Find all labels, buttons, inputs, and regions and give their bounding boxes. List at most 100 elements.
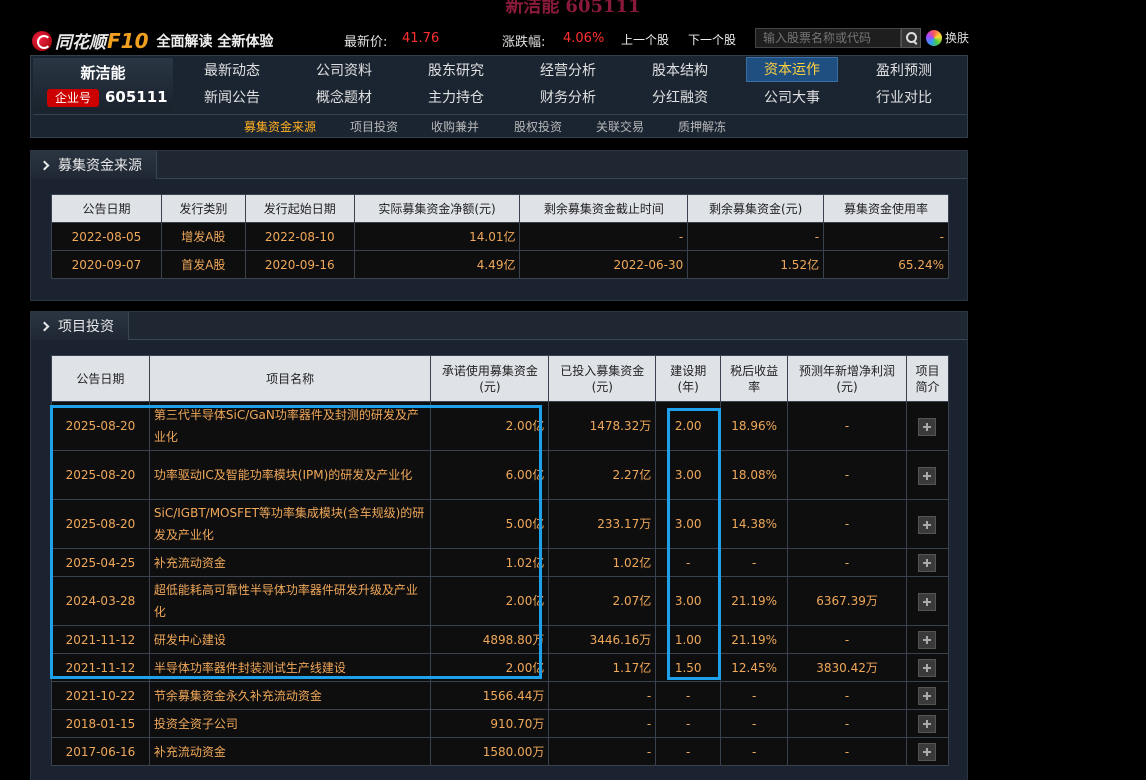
cell: 1566.44万 <box>430 681 550 710</box>
table-row: 2021-10-22 节余募集资金永久补充流动资金 1566.44万 - - - - <box>51 681 950 710</box>
nav-item-latest[interactable]: 最新动态 <box>186 59 278 84</box>
cell: 2.00亿 <box>430 653 550 682</box>
subnav-pledge[interactable]: 质押解冻 <box>678 118 726 135</box>
cell: - <box>655 709 722 738</box>
cell <box>905 709 950 738</box>
palette-icon <box>926 29 942 46</box>
expand-plus-icon[interactable] <box>918 630 937 649</box>
nav-item-events[interactable]: 公司大事 <box>746 86 838 111</box>
subnav-related-trans[interactable]: 关联交易 <box>596 118 644 135</box>
col-header: 已投入募集资金(元) <box>548 355 657 402</box>
nav-item-capital-structure[interactable]: 股本结构 <box>634 59 726 84</box>
expand-plus-icon[interactable] <box>918 658 937 677</box>
nav-item-forecast[interactable]: 盈利预测 <box>858 59 950 84</box>
cell: 1.17亿 <box>548 653 657 682</box>
cell: 2.07亿 <box>548 576 657 626</box>
prev-stock-link[interactable]: 上一个股 <box>621 31 669 48</box>
cell: - <box>720 681 789 710</box>
logo-f10: F10 <box>107 28 149 53</box>
nav-item-industry[interactable]: 行业对比 <box>858 86 950 111</box>
cell: 14.38% <box>720 499 789 549</box>
panel-tab[interactable]: 募集资金来源 <box>31 151 157 179</box>
col-header: 发行类别 <box>160 194 246 223</box>
fund-source-table: 公告日期 发行类别 发行起始日期 实际募集资金净额(元) 剩余募集资金截止时间 … <box>51 194 949 279</box>
cell <box>905 548 950 577</box>
cell: 3830.42万 <box>787 653 907 682</box>
cell <box>905 737 950 766</box>
cell: 2025-04-25 <box>51 548 150 577</box>
cell: 2.00亿 <box>430 576 550 626</box>
expand-plus-icon[interactable] <box>918 553 937 572</box>
cell: 2022-08-05 <box>51 222 162 251</box>
page-title: 新洁能 605111 <box>0 0 1146 18</box>
header-bar: 同花顺 F10 全面解读 全新体验 最新价: 41.76 涨跌幅: 4.06% … <box>0 22 1146 54</box>
cell: 2021-11-12 <box>51 653 150 682</box>
expand-plus-icon[interactable] <box>918 466 937 485</box>
cell: 半导体功率器件封装测试生产线建设 <box>148 653 432 682</box>
project-invest-table: 公告日期 项目名称 承诺使用募集资金(元) 已投入募集资金(元) 建设期(年) … <box>51 355 950 766</box>
sub-nav: 募集资金来源 项目投资 收购兼并 股权投资 关联交易 质押解冻 <box>33 114 967 137</box>
table-row: 2025-08-20 第三代半导体SiC/GaN功率器件及封测的研发及产业化 2.0… <box>51 401 950 451</box>
cell <box>905 499 950 549</box>
cell <box>905 576 950 626</box>
table-row: 2020-09-07 首发A股 2020-09-16 4.49亿 2022-06… <box>51 250 949 279</box>
cell: 5.00亿 <box>430 499 550 549</box>
expand-plus-icon[interactable] <box>918 742 937 761</box>
nav-item-financial[interactable]: 财务分析 <box>522 86 614 111</box>
expand-plus-icon[interactable] <box>918 686 937 705</box>
enterprise-badge[interactable]: 企业号 <box>47 89 99 107</box>
nav-item-shareholders[interactable]: 股东研究 <box>410 59 502 84</box>
subnav-project-invest[interactable]: 项目投资 <box>350 118 398 135</box>
nav-item-main-holdings[interactable]: 主力持仓 <box>410 86 502 111</box>
chevron-right-icon <box>39 160 50 170</box>
cell: - <box>823 222 949 251</box>
cell: 2025-08-20 <box>51 450 150 500</box>
cell: 6.00亿 <box>430 450 550 500</box>
expand-plus-icon[interactable] <box>918 417 937 436</box>
cell: 12.45% <box>720 653 789 682</box>
cell: - <box>787 548 907 577</box>
main-nav: 新洁能 企业号 605111 最新动态 公司资料 股东研究 经营分析 股本结构 … <box>30 55 968 138</box>
change-value: 4.06% <box>563 31 605 46</box>
subnav-mna[interactable]: 收购兼并 <box>431 118 479 135</box>
search-icon[interactable] <box>901 28 921 48</box>
nav-item-dividends[interactable]: 分红融资 <box>634 86 726 111</box>
expand-plus-icon[interactable] <box>918 515 937 534</box>
cell: - <box>720 709 789 738</box>
cell: - <box>787 450 907 500</box>
cell: 14.01亿 <box>353 222 521 251</box>
expand-plus-icon[interactable] <box>918 714 937 733</box>
cell: 3.00 <box>655 499 722 549</box>
fund-source-panel: 募集资金来源 公告日期 发行类别 发行起始日期 实际募集资金净额(元) 剩余募集… <box>30 150 968 301</box>
table-row: 2025-08-20 SiC/IGBT/MOSFET等功率集成模块(含车规级)的研… <box>51 499 950 549</box>
nav-item-company[interactable]: 公司资料 <box>298 59 390 84</box>
cell: 65.24% <box>823 250 949 279</box>
price-label: 最新价: <box>344 35 388 50</box>
nav-item-operations[interactable]: 经营分析 <box>522 59 614 84</box>
cell: - <box>687 222 825 251</box>
panel-title: 项目投资 <box>58 319 114 335</box>
cell: - <box>655 548 722 577</box>
panel-tab[interactable]: 项目投资 <box>31 312 129 340</box>
nav-item-concepts[interactable]: 概念题材 <box>298 86 390 111</box>
cell: 2.00 <box>655 401 722 451</box>
cell: - <box>655 681 722 710</box>
cell: 第三代半导体SiC/GaN功率器件及封测的研发及产业化 <box>148 401 432 451</box>
search-input[interactable] <box>755 28 901 48</box>
subnav-fund-source[interactable]: 募集资金来源 <box>244 118 316 135</box>
subnav-equity-invest[interactable]: 股权投资 <box>514 118 562 135</box>
cell <box>905 625 950 654</box>
expand-plus-icon[interactable] <box>918 592 937 611</box>
cell: 1.52亿 <box>687 250 825 279</box>
cell: - <box>787 709 907 738</box>
cell <box>905 450 950 500</box>
col-header: 项目名称 <box>148 355 432 402</box>
next-stock-link[interactable]: 下一个股 <box>688 31 736 48</box>
panel-header: 募集资金来源 <box>31 151 967 179</box>
nav-item-news[interactable]: 新闻公告 <box>186 86 278 111</box>
col-header: 税后收益率 <box>720 355 789 402</box>
cell <box>905 401 950 451</box>
panel-header: 项目投资 <box>31 312 967 340</box>
skin-button[interactable]: 换肤 <box>926 29 969 46</box>
nav-item-capital-ops[interactable]: 资本运作 <box>746 57 838 82</box>
